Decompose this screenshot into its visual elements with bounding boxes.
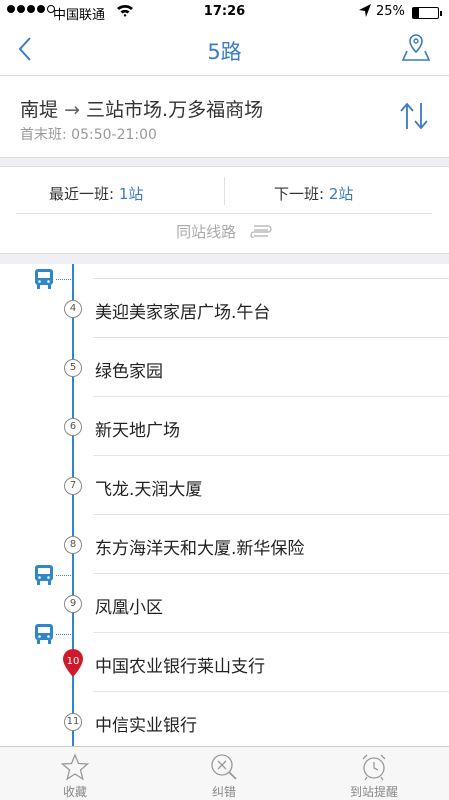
nearest-bus-value: 1站 <box>118 185 144 203</box>
report-error-button[interactable]: 纠错 <box>164 753 284 800</box>
stop-number: 7 <box>64 477 82 495</box>
map-location-button[interactable] <box>401 32 431 64</box>
same-station-lines-button[interactable]: 同站线路 <box>0 221 449 242</box>
alarm-clock-icon <box>362 754 386 781</box>
list-item[interactable]: 7 飞龙.天润大厦 <box>0 456 449 515</box>
stop-number: 8 <box>64 536 82 554</box>
list-item[interactable]: 6 新天地广场 <box>0 397 449 456</box>
star-icon <box>61 753 89 781</box>
stop-number: 10 <box>66 656 80 667</box>
stop-number: 6 <box>64 418 82 436</box>
summary-divider <box>224 177 225 205</box>
section-divider-2 <box>0 254 449 264</box>
next-bus: 下一班: 2站 <box>274 183 353 204</box>
favorite-label: 收藏 <box>62 785 87 799</box>
list-item[interactable]: 4 美迎美家家居广场.午台 <box>0 279 449 338</box>
stop-number: 5 <box>64 359 82 377</box>
nearest-bus-label: 最近一班: <box>49 185 115 203</box>
page-title: 5路 <box>207 40 242 64</box>
battery-icon <box>412 7 442 19</box>
arrival-alert-button[interactable]: 到站提醒 <box>314 753 434 800</box>
stop-name: 绿色家园 <box>95 362 163 382</box>
stop-name: 新天地广场 <box>95 421 180 441</box>
magnifier-x-icon <box>211 754 237 780</box>
next-bus-label: 下一班: <box>274 185 325 203</box>
favorite-button[interactable]: 收藏 <box>15 753 135 800</box>
stop-name: 中信实业银行 <box>95 716 197 736</box>
bus-summary: 最近一班: 1站 下一班: 2站 同站线路 <box>0 168 449 254</box>
swap-direction-button[interactable] <box>397 99 431 133</box>
arrival-summary-row: 最近一班: 1站 下一班: 2站 <box>16 168 432 214</box>
status-bar: 中国联通 17:26 25% <box>0 0 449 24</box>
list-item-current-stop[interactable]: 10 中国农业银行莱山支行 <box>0 633 449 692</box>
stop-name: 飞龙.天润大厦 <box>95 480 203 500</box>
list-item[interactable]: 5 绿色家园 <box>0 338 449 397</box>
service-hours: 首末班: 05:50-21:00 <box>20 127 157 143</box>
stop-number: 4 <box>64 300 82 318</box>
route-origin: 南堤 <box>20 99 59 121</box>
direction-arrow: → <box>64 99 80 121</box>
route-info: 南堤 → 三站市场.万多福商场 首末班: 05:50-21:00 <box>0 77 449 157</box>
navigation-bar: 5路 <box>0 24 449 76</box>
stop-name: 东方海洋天和大厦.新华保险 <box>95 539 305 559</box>
next-bus-value: 2站 <box>328 185 354 203</box>
route-direction: 南堤 → 三站市场.万多福商场 <box>20 95 263 122</box>
route-destination: 三站市场.万多福商场 <box>86 99 264 121</box>
stop-name: 美迎美家家居广场.午台 <box>95 303 271 323</box>
stop-name: 中国农业银行莱山支行 <box>95 657 265 677</box>
stop-number: 11 <box>64 713 82 731</box>
route-lines-icon <box>249 224 273 242</box>
list-item[interactable]: 11 中信实业银行 <box>0 692 449 746</box>
bottom-tab-bar: 收藏 纠错 到站提醒 <box>0 746 449 800</box>
same-station-label: 同站线路 <box>176 223 237 241</box>
nearest-bus: 最近一班: 1站 <box>49 183 143 204</box>
report-error-label: 纠错 <box>211 785 236 799</box>
stop-number: 9 <box>64 595 82 613</box>
stop-name: 凤凰小区 <box>95 598 163 618</box>
battery-percent: 25% <box>376 4 405 19</box>
stop-list: 4 美迎美家家居广场.午台 5 绿色家园 6 新天地广场 7 飞龙.天润大厦 8… <box>0 264 449 746</box>
location-arrow-icon <box>358 3 372 23</box>
arrival-alert-label: 到站提醒 <box>349 785 398 799</box>
section-divider <box>0 157 449 167</box>
